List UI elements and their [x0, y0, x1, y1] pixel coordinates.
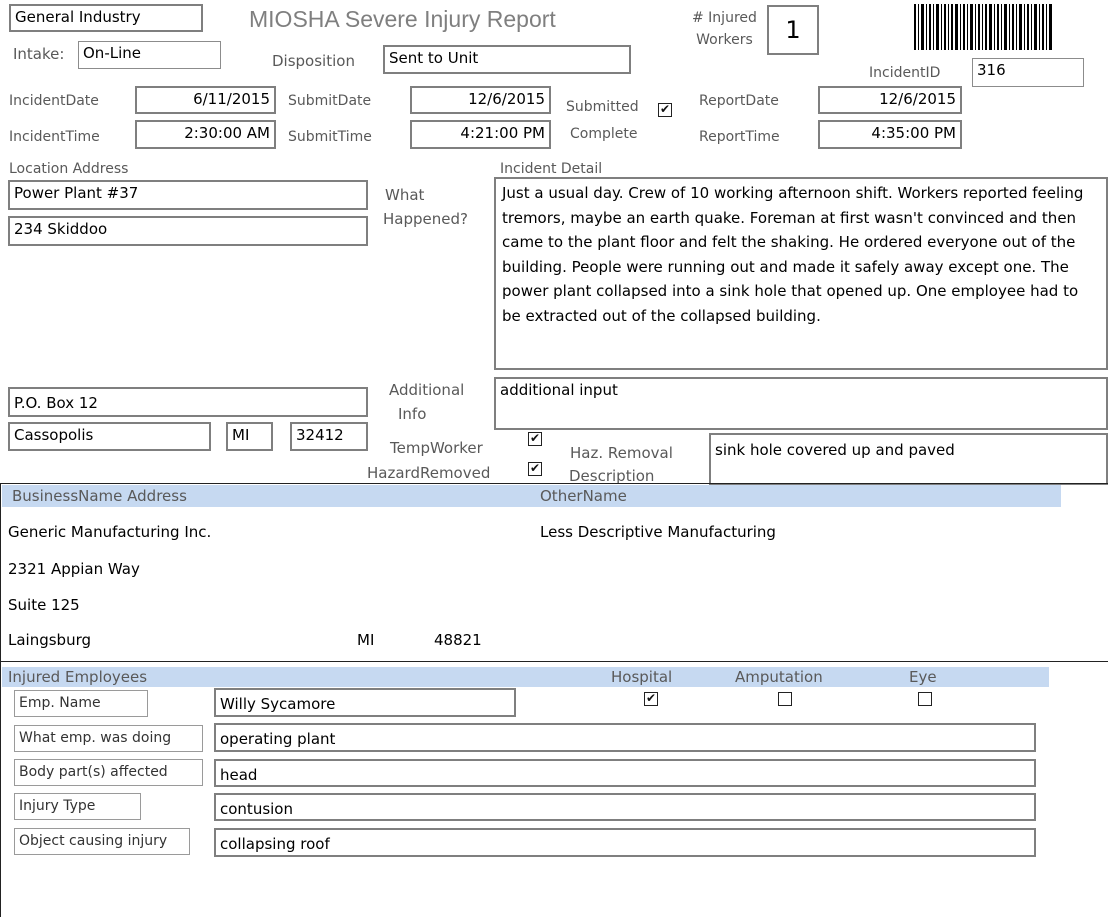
submitted-label: Submitted [566, 99, 639, 115]
report-time-field[interactable]: 4:35:00 PM [818, 120, 962, 149]
injured-workers-count[interactable]: 1 [767, 5, 819, 55]
po-box-field[interactable]: P.O. Box 12 [8, 387, 368, 417]
incident-date-label: IncidentDate [9, 93, 99, 109]
haz-removal-label: Haz. Removal Description [569, 444, 673, 485]
business-name: Generic Manufacturing Inc. [8, 523, 212, 541]
report-date-label: ReportDate [699, 93, 779, 109]
what-happened-label: What Happened? [383, 186, 468, 228]
hospital-label: Hospital [611, 668, 673, 686]
eye-checkbox[interactable] [918, 692, 932, 706]
business-city: Laingsburg [8, 631, 92, 649]
emp-name-field[interactable]: Willy Sycamore [214, 688, 516, 717]
body-part-label: Body part(s) affected [14, 759, 203, 786]
submitted-checkbox[interactable]: ✔ [658, 103, 672, 117]
submit-time-field[interactable]: 4:21:00 PM [410, 120, 551, 149]
report-date-field[interactable]: 12/6/2015 [818, 86, 962, 114]
employees-header-band [2, 667, 1049, 687]
page-title: MIOSHA Severe Injury Report [249, 6, 556, 32]
temp-worker-label: TempWorker [390, 439, 483, 457]
submit-date-field[interactable]: 12/6/2015 [410, 86, 551, 114]
industry-field[interactable]: General Industry [9, 4, 203, 32]
intake-field[interactable]: On-Line [78, 41, 221, 69]
incident-time-label: IncidentTime [9, 129, 100, 145]
submit-time-label: SubmitTime [288, 129, 372, 145]
intake-label: Intake: [13, 45, 65, 63]
body-part-field[interactable]: head [214, 759, 1036, 787]
location-address-label: Location Address [9, 161, 129, 177]
emp-name-label: Emp. Name [14, 690, 148, 717]
hospital-checkbox[interactable]: ✔ [644, 692, 658, 706]
object-field[interactable]: collapsing roof [214, 828, 1036, 857]
zip-field[interactable]: 32412 [290, 422, 368, 451]
business-section [0, 483, 1108, 662]
doing-field[interactable]: operating plant [214, 723, 1036, 752]
eye-label: Eye [909, 668, 937, 686]
incident-time-field[interactable]: 2:30:00 AM [135, 120, 276, 149]
business-address2: Suite 125 [8, 596, 80, 614]
amputation-checkbox[interactable] [778, 692, 792, 706]
additional-info-textarea[interactable]: additional input [494, 377, 1108, 430]
complete-label: Complete [570, 126, 638, 142]
report-time-label: ReportTime [699, 129, 780, 145]
employees-section [0, 662, 1108, 917]
business-other-name: Less Descriptive Manufacturing [540, 523, 776, 541]
doing-label: What emp. was doing [14, 725, 203, 752]
injured-workers-label: # Injured Workers [692, 10, 757, 48]
business-name-address-label: BusinessName Address [12, 487, 187, 505]
barcode-icon [914, 4, 1052, 50]
other-name-label: OtherName [540, 487, 627, 505]
object-label: Object causing injury [14, 828, 190, 855]
hazard-removed-checkbox[interactable]: ✔ [528, 462, 542, 476]
disposition-label: Disposition [272, 52, 355, 70]
submit-date-label: SubmitDate [288, 93, 372, 109]
business-state: MI [357, 631, 375, 649]
incident-id-field[interactable]: 316 [972, 58, 1084, 87]
location-line2-field[interactable]: 234 Skiddoo [8, 216, 368, 246]
amputation-label: Amputation [735, 668, 823, 686]
city-field[interactable]: Cassopolis [8, 422, 211, 451]
injury-type-field[interactable]: contusion [214, 793, 1036, 821]
location-line1-field[interactable]: Power Plant #37 [8, 180, 368, 210]
additional-info-label: Additional Info [389, 381, 465, 423]
incident-detail-textarea[interactable]: Just a usual day. Crew of 10 working aft… [494, 177, 1108, 370]
injured-employees-label: Injured Employees [8, 668, 148, 686]
temp-worker-checkbox[interactable]: ✔ [528, 432, 542, 446]
haz-removal-textarea[interactable]: sink hole covered up and paved [709, 433, 1108, 485]
state-field[interactable]: MI [226, 422, 273, 451]
injury-type-label: Injury Type [14, 793, 141, 820]
incident-detail-label: Incident Detail [500, 161, 603, 177]
disposition-field[interactable]: Sent to Unit [383, 45, 631, 74]
hazard-removed-label: HazardRemoved [367, 464, 491, 482]
incident-id-label: IncidentID [869, 65, 941, 81]
business-address1: 2321 Appian Way [8, 560, 140, 578]
incident-date-field[interactable]: 6/11/2015 [135, 86, 276, 114]
business-zip: 48821 [434, 631, 482, 649]
